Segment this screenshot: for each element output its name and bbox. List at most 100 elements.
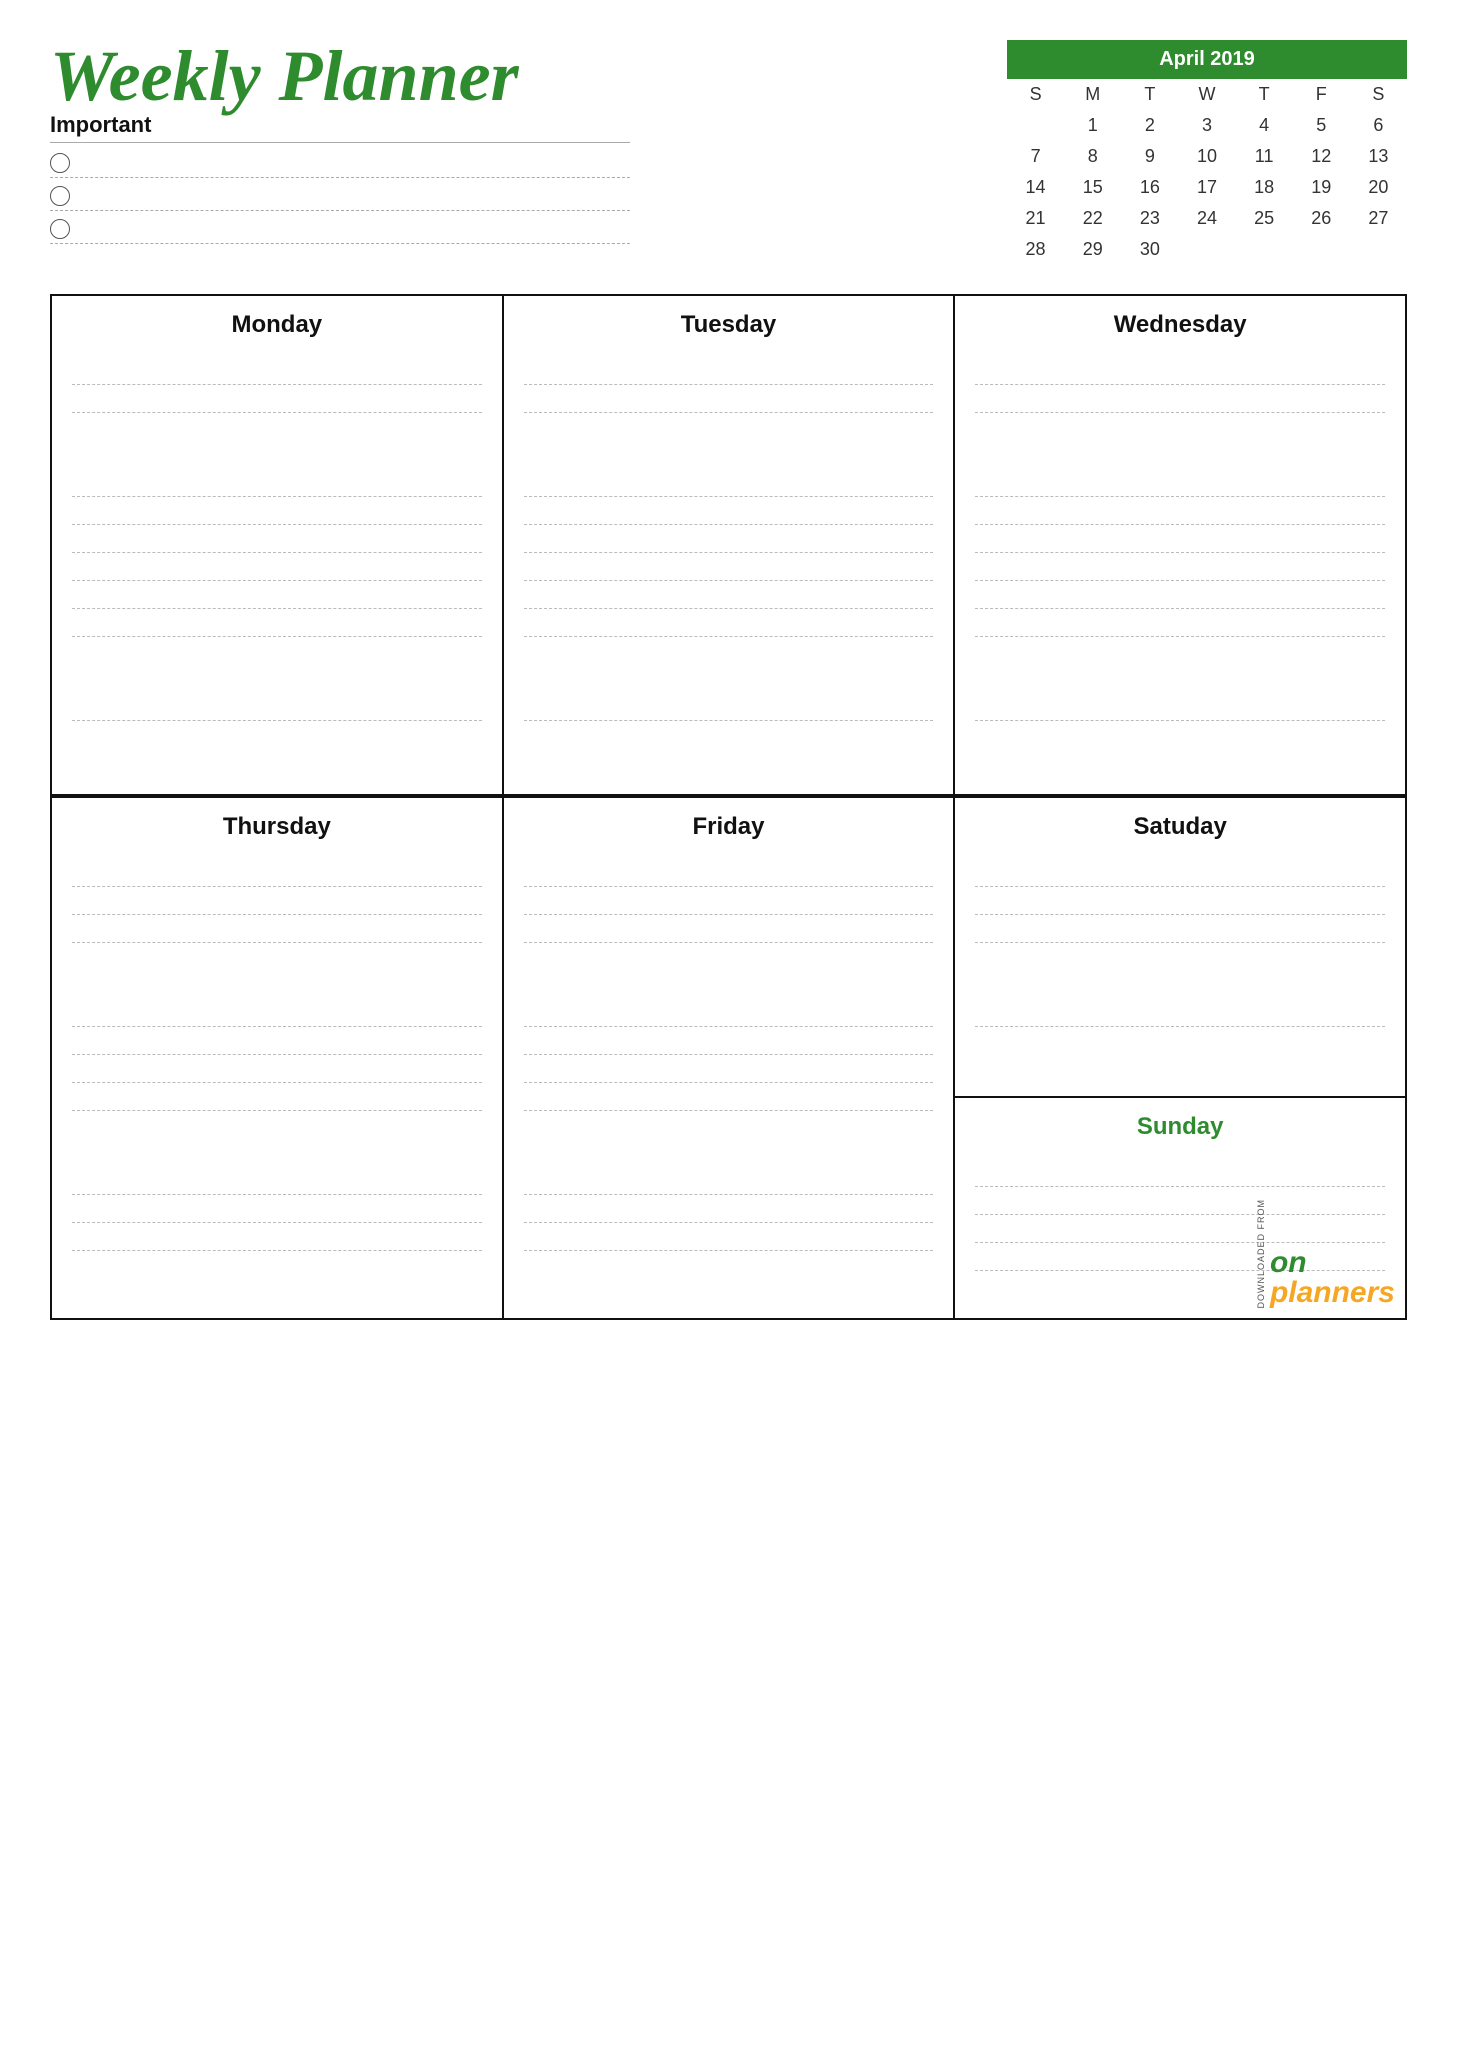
thursday-line-1 [72, 859, 482, 887]
tuesday-spacer-3 [524, 637, 934, 665]
thursday-spacer-3 [72, 1111, 482, 1139]
tuesday-line-2 [524, 385, 934, 413]
friday-line-10 [524, 1223, 934, 1251]
saturday-line-4 [975, 999, 1385, 1027]
friday-line-9 [524, 1195, 934, 1223]
wednesday-line-8 [975, 609, 1385, 637]
friday-line-5 [524, 1027, 934, 1055]
friday-spacer-2 [524, 971, 934, 999]
calendar-week-3: 14151617181920 [1007, 172, 1407, 203]
circle-icon-1 [50, 153, 70, 173]
cal-day-1-5: 12 [1293, 141, 1350, 172]
cal-day-3-0: 21 [1007, 203, 1064, 234]
important-label: Important [50, 112, 630, 143]
cal-day-1-4: 11 [1236, 141, 1293, 172]
tuesday-line-8 [524, 609, 934, 637]
wednesday-spacer-4 [975, 665, 1385, 693]
thursday-spacer-1 [72, 943, 482, 971]
cal-header-t2: T [1236, 79, 1293, 110]
monday-line-4 [72, 497, 482, 525]
friday-line-4 [524, 999, 934, 1027]
cal-day-1-0: 7 [1007, 141, 1064, 172]
sunday-line-1 [975, 1159, 1385, 1187]
thursday-line-6 [72, 1055, 482, 1083]
thursday-line-4 [72, 999, 482, 1027]
thursday-spacer-2 [72, 971, 482, 999]
cal-day-0-4: 4 [1236, 110, 1293, 141]
cal-day-2-3: 17 [1178, 172, 1235, 203]
wednesday-line-7 [975, 581, 1385, 609]
circle-icon-3 [50, 219, 70, 239]
cal-day-1-6: 13 [1350, 141, 1407, 172]
thursday-spacer-4 [72, 1139, 482, 1167]
cal-header-f: F [1293, 79, 1350, 110]
saturday-spacer-1 [975, 943, 1385, 971]
tuesday-line-1 [524, 357, 934, 385]
calendar-table: S M T W T F S 12345678910111213141516171… [1007, 79, 1407, 265]
monday-line-6 [72, 553, 482, 581]
cal-day-3-1: 22 [1064, 203, 1121, 234]
cal-day-4-5 [1293, 234, 1350, 265]
saturday-header: Satuday [975, 813, 1385, 841]
wednesday-line-6 [975, 553, 1385, 581]
monday-line-8 [72, 609, 482, 637]
cal-day-3-5: 26 [1293, 203, 1350, 234]
cal-day-2-0: 14 [1007, 172, 1064, 203]
thursday-line-2 [72, 887, 482, 915]
calendar-body: 1234567891011121314151617181920212223242… [1007, 110, 1407, 265]
tuesday-line-7 [524, 581, 934, 609]
cal-day-4-0: 28 [1007, 234, 1064, 265]
thursday-line-7 [72, 1083, 482, 1111]
calendar-header: April 2019 [1007, 40, 1407, 79]
cal-day-1-2: 9 [1121, 141, 1178, 172]
monday-spacer-2 [72, 441, 482, 469]
cal-header-t1: T [1121, 79, 1178, 110]
friday-line-6 [524, 1055, 934, 1083]
monday-line-1 [72, 357, 482, 385]
cal-day-2-6: 20 [1350, 172, 1407, 203]
friday-spacer-3 [524, 1111, 934, 1139]
tuesday-cell: Tuesday [504, 296, 956, 796]
tuesday-header: Tuesday [524, 311, 934, 339]
tuesday-spacer-4 [524, 665, 934, 693]
saturday-line-1 [975, 859, 1385, 887]
wednesday-cell: Wednesday [955, 296, 1407, 796]
cal-day-4-6 [1350, 234, 1407, 265]
saturday-spacer-2 [975, 971, 1385, 999]
important-item-1 [50, 153, 630, 178]
friday-line-8 [524, 1167, 934, 1195]
monday-line-9 [72, 693, 482, 721]
monday-spacer-3 [72, 637, 482, 665]
watermark-brand-planners: planners [1270, 1278, 1395, 1308]
watermark: DOWNLOADED FROM on planners [1256, 1199, 1395, 1309]
friday-header: Friday [524, 813, 934, 841]
important-item-3 [50, 219, 630, 244]
wednesday-spacer-3 [975, 637, 1385, 665]
weekly-grid-top: Monday Tuesday [50, 294, 1407, 796]
important-item-2 [50, 186, 630, 211]
wednesday-line-2 [975, 385, 1385, 413]
monday-spacer-4 [72, 665, 482, 693]
cal-day-2-5: 19 [1293, 172, 1350, 203]
thursday-line-10 [72, 1223, 482, 1251]
cal-header-w: W [1178, 79, 1235, 110]
friday-line-1 [524, 859, 934, 887]
cal-day-4-2: 30 [1121, 234, 1178, 265]
friday-line-7 [524, 1083, 934, 1111]
thursday-line-5 [72, 1027, 482, 1055]
thursday-header: Thursday [72, 813, 482, 841]
monday-line-3 [72, 469, 482, 497]
tuesday-lines [524, 357, 934, 721]
calendar-week-1: 123456 [1007, 110, 1407, 141]
watermark-downloaded: DOWNLOADED FROM [1256, 1199, 1266, 1309]
friday-line-2 [524, 887, 934, 915]
wednesday-line-4 [975, 497, 1385, 525]
saturday-line-3 [975, 915, 1385, 943]
watermark-brand-on: on [1270, 1248, 1307, 1278]
tuesday-spacer-2 [524, 441, 934, 469]
tuesday-line-6 [524, 553, 934, 581]
calendar: April 2019 S M T W T F S 123456789101112… [1007, 40, 1407, 265]
cal-day-4-1: 29 [1064, 234, 1121, 265]
thursday-line-3 [72, 915, 482, 943]
weekly-grid-bottom: Thursday Friday [50, 796, 1407, 1320]
